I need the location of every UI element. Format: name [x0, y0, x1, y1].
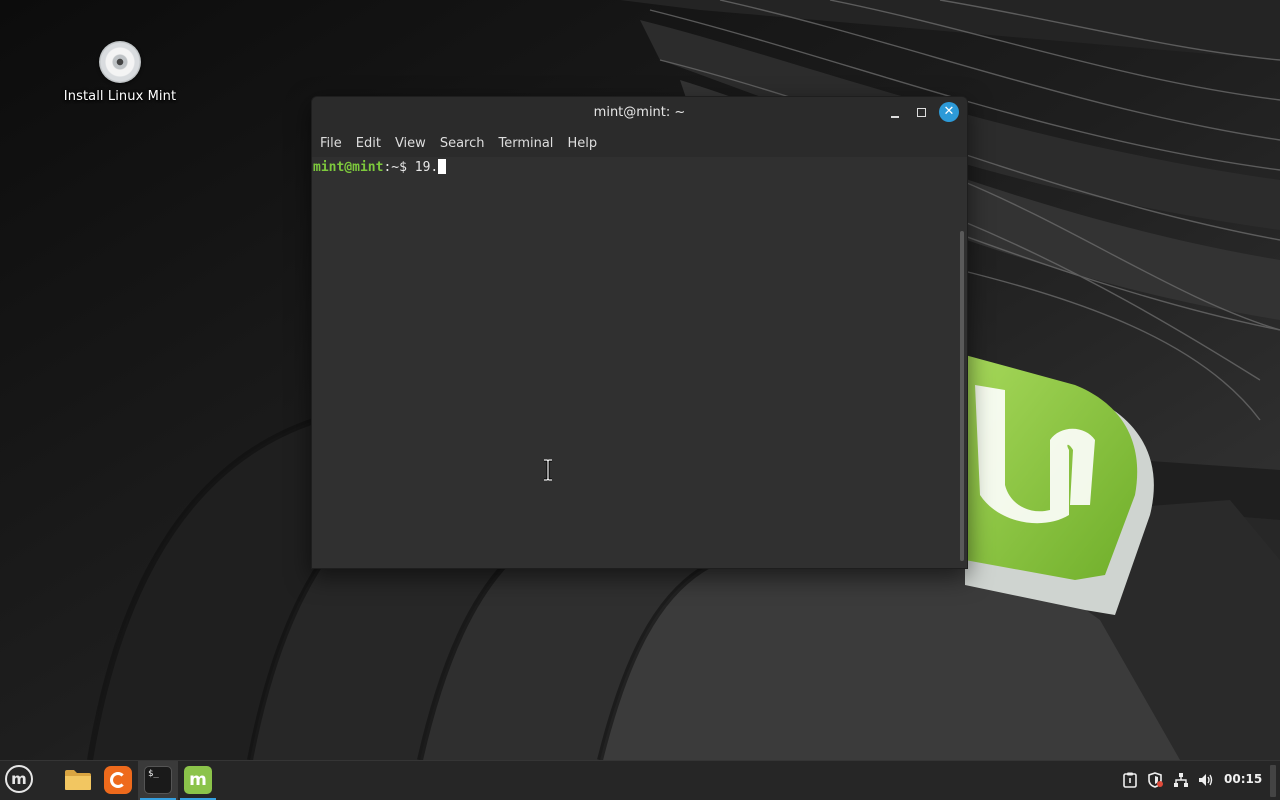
firefox-launcher[interactable]	[98, 761, 138, 800]
firefox-icon	[104, 766, 132, 794]
menu-bar: File Edit View Search Terminal Help	[312, 129, 967, 157]
prompt-user: mint@mint	[313, 160, 384, 175]
network-icon[interactable]	[1173, 772, 1189, 788]
menu-edit[interactable]: Edit	[352, 136, 389, 151]
disc-icon	[99, 41, 141, 83]
show-desktop-button[interactable]	[1270, 765, 1276, 797]
close-icon[interactable]: ✕	[939, 102, 959, 122]
window-titlebar[interactable]: mint@mint: ~ ✕	[312, 97, 967, 129]
menu-help[interactable]: Help	[563, 136, 605, 151]
terminal-launcher[interactable]: $_	[138, 761, 178, 800]
clipboard-icon[interactable]	[1122, 772, 1138, 788]
menu-button[interactable]: m	[0, 761, 40, 800]
minimize-icon[interactable]	[885, 103, 905, 123]
menu-file[interactable]: File	[316, 136, 350, 151]
desktop-icon-install-linux-mint[interactable]: Install Linux Mint	[56, 38, 184, 118]
prompt-separator: :~$	[383, 160, 415, 175]
terminal-icon: $_	[144, 766, 172, 794]
text-cursor	[438, 159, 447, 174]
files-launcher[interactable]	[58, 761, 98, 800]
mint-app-icon: m	[184, 766, 212, 794]
taskbar: m $_ m 00:15	[0, 760, 1280, 800]
terminal-area[interactable]: mint@mint:~$ 19.	[312, 157, 967, 568]
folder-icon	[65, 770, 91, 790]
ibeam-cursor-icon	[544, 459, 552, 481]
mintinstall-launcher[interactable]: m	[178, 761, 218, 800]
mint-menu-icon: m	[5, 765, 33, 793]
maximize-icon[interactable]	[912, 103, 932, 123]
window-title: mint@mint: ~	[593, 105, 686, 120]
menu-search[interactable]: Search	[436, 136, 493, 151]
volume-icon[interactable]	[1198, 772, 1214, 788]
prompt-line: mint@mint:~$ 19.	[313, 159, 447, 175]
desktop-icon-label: Install Linux Mint	[63, 89, 177, 104]
menu-view[interactable]: View	[391, 136, 434, 151]
scrollbar[interactable]	[960, 231, 964, 561]
command-input[interactable]: 19.	[415, 160, 438, 175]
menu-terminal[interactable]: Terminal	[494, 136, 561, 151]
shield-icon[interactable]	[1147, 772, 1163, 788]
terminal-window[interactable]: mint@mint: ~ ✕ File Edit View Search Ter…	[311, 96, 968, 569]
clock[interactable]: 00:15	[1224, 772, 1262, 786]
